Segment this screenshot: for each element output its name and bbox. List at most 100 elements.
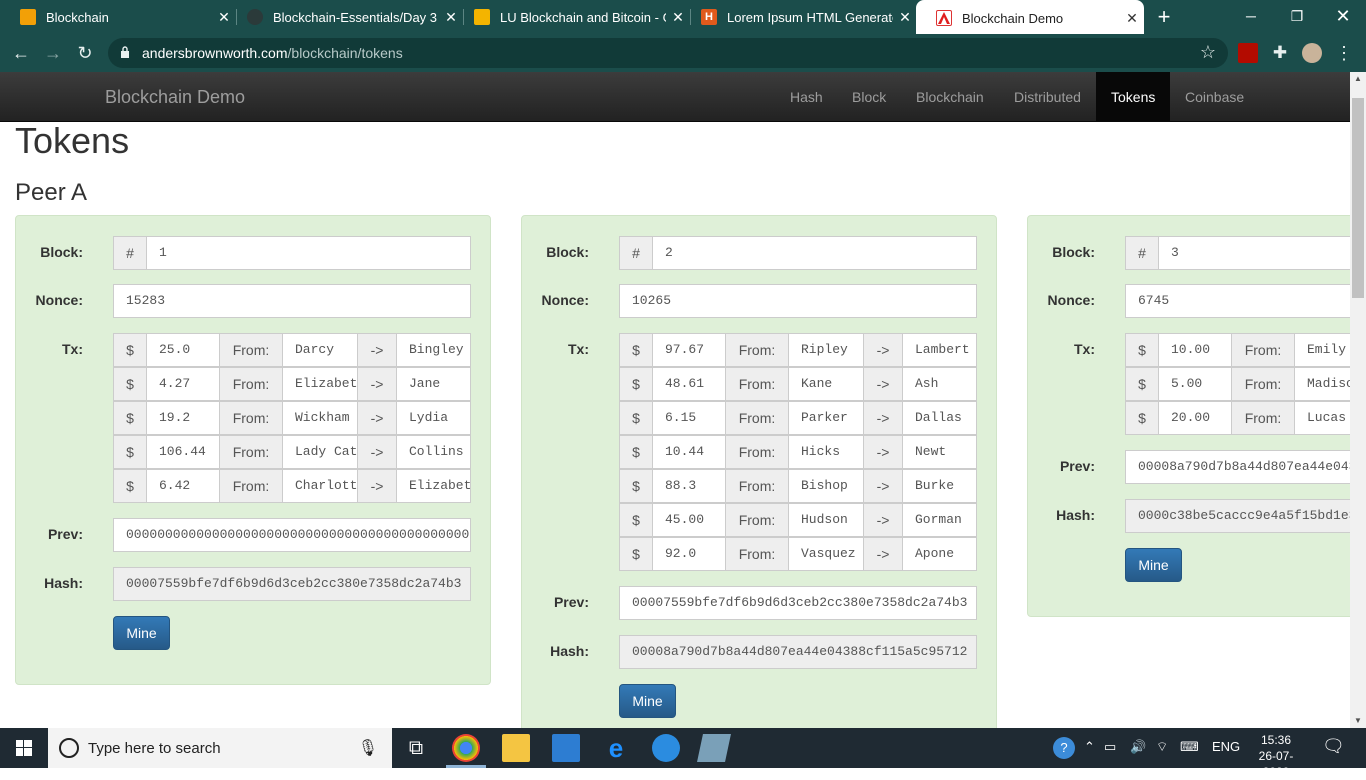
extensions-puzzle-icon[interactable]: ✚	[1270, 43, 1290, 63]
tx-to-input[interactable]: Newt	[902, 435, 977, 469]
nav-hash[interactable]: Hash	[775, 72, 838, 122]
bookmark-star-icon[interactable]: ☆	[1200, 42, 1216, 63]
site-brand[interactable]: Blockchain Demo	[105, 87, 245, 108]
block-number-input[interactable]: 3	[1158, 236, 1350, 270]
tx-to-input[interactable]: Lambert	[902, 333, 977, 367]
tx-amount-input[interactable]: 19.2	[146, 401, 220, 435]
prev-hash-input[interactable]: 0000000000000000000000000000000000000000…	[113, 518, 471, 552]
tx-to-input[interactable]: Bingley	[396, 333, 471, 367]
tx-from-input[interactable]: Kane	[788, 367, 864, 401]
nonce-input[interactable]: 6745	[1125, 284, 1350, 318]
restore-window-icon[interactable]: ❐	[1274, 0, 1320, 34]
tx-from-input[interactable]: Bishop	[788, 469, 864, 503]
scroll-down-icon[interactable]: ▼	[1350, 714, 1366, 728]
tx-amount-input[interactable]: 10.44	[652, 435, 726, 469]
close-tab-icon[interactable]: ✕	[1120, 10, 1144, 27]
start-button[interactable]	[0, 728, 48, 768]
tx-amount-input[interactable]: 10.00	[1158, 333, 1232, 367]
tx-to-input[interactable]: Burke	[902, 469, 977, 503]
nav-tokens[interactable]: Tokens	[1096, 72, 1171, 122]
block-number-input[interactable]: 2	[652, 236, 977, 270]
tx-from-input[interactable]: Hudson	[788, 503, 864, 537]
tab-slides[interactable]: LU Blockchain and Bitcoin - Go ✕	[454, 0, 690, 34]
page-scrollbar[interactable]: ▲ ▼	[1350, 72, 1366, 728]
prev-hash-input[interactable]: 00008a790d7b8a44d807ea44e043	[1125, 450, 1350, 484]
tx-amount-input[interactable]: 25.0	[146, 333, 220, 367]
profile-avatar[interactable]	[1302, 43, 1322, 63]
tx-from-input[interactable]: Darcy	[282, 333, 358, 367]
tx-amount-input[interactable]: 88.3	[652, 469, 726, 503]
keyboard-icon[interactable]: ⌨	[1180, 739, 1199, 755]
battery-icon[interactable]: ▭	[1104, 739, 1116, 755]
help-icon[interactable]: ?	[1053, 737, 1075, 759]
tx-to-input[interactable]: Apone	[902, 537, 977, 571]
tx-to-input[interactable]: Jane	[396, 367, 471, 401]
taskbar-clock[interactable]: 15:36 26-07-2020	[1246, 732, 1306, 780]
tx-amount-input[interactable]: 106.44	[146, 435, 220, 469]
mine-button[interactable]: Mine	[1125, 548, 1182, 582]
language-indicator[interactable]: ENG	[1212, 739, 1240, 754]
taskbar-search-box[interactable]: Type here to search 🎙	[48, 728, 392, 768]
address-bar[interactable]: andersbrownworth.com/blockchain/tokens ☆	[108, 38, 1228, 68]
mine-button[interactable]: Mine	[619, 684, 676, 718]
tx-to-input[interactable]: Ash	[902, 367, 977, 401]
notes-app-icon[interactable]	[697, 734, 731, 762]
forward-icon[interactable]: →	[40, 40, 66, 66]
reload-icon[interactable]: ↻	[72, 40, 98, 66]
tx-from-input[interactable]: Emily	[1294, 333, 1350, 367]
chevron-up-icon[interactable]: ⌃	[1084, 739, 1095, 755]
tx-from-input[interactable]: Parker	[788, 401, 864, 435]
file-explorer-icon[interactable]	[502, 734, 530, 762]
task-view-icon[interactable]: ⧉	[402, 734, 430, 762]
nav-distributed[interactable]: Distributed	[999, 72, 1096, 122]
wifi-icon[interactable]: ⌔	[1156, 739, 1168, 755]
scrollbar-thumb[interactable]	[1352, 98, 1364, 298]
scroll-up-icon[interactable]: ▲	[1350, 72, 1366, 86]
mine-button[interactable]: Mine	[113, 616, 170, 650]
tx-amount-input[interactable]: 97.67	[652, 333, 726, 367]
close-tab-icon[interactable]: ✕	[893, 9, 917, 26]
tx-from-input[interactable]: Madison	[1294, 367, 1350, 401]
control-panel-icon[interactable]	[552, 734, 580, 762]
volume-icon[interactable]: 🔊	[1130, 739, 1146, 755]
tx-to-input[interactable]: Elizabeth	[396, 469, 471, 503]
minimize-window-icon[interactable]: ─	[1228, 0, 1274, 34]
tx-amount-input[interactable]: 48.61	[652, 367, 726, 401]
close-window-icon[interactable]: ✕	[1320, 0, 1366, 34]
tx-from-input[interactable]: Vasquez	[788, 537, 864, 571]
acrobat-extension-icon[interactable]	[1238, 43, 1258, 63]
tx-amount-input[interactable]: 4.27	[146, 367, 220, 401]
tab-blockchain[interactable]: Blockchain ✕	[0, 0, 236, 34]
chrome-taskbar-icon[interactable]	[452, 734, 480, 762]
nonce-input[interactable]: 15283	[113, 284, 471, 318]
tx-from-input[interactable]: Elizabeth	[282, 367, 358, 401]
tx-from-input[interactable]: Lucas	[1294, 401, 1350, 435]
tab-github[interactable]: Blockchain-Essentials/Day 3 As ✕	[227, 0, 463, 34]
back-icon[interactable]: ←	[8, 40, 34, 66]
tx-from-input[interactable]: Hicks	[788, 435, 864, 469]
nav-coinbase[interactable]: Coinbase	[1170, 72, 1259, 122]
tx-to-input[interactable]: Dallas	[902, 401, 977, 435]
tx-amount-input[interactable]: 92.0	[652, 537, 726, 571]
prev-hash-input[interactable]: 00007559bfe7df6b9d6d3ceb2cc380e7358dc2a7…	[619, 586, 977, 620]
tx-amount-input[interactable]: 6.15	[652, 401, 726, 435]
tx-from-input[interactable]: Charlotte	[282, 469, 358, 503]
notifications-icon[interactable]: 🗨	[1322, 736, 1345, 757]
tab-lorem-ipsum[interactable]: H Lorem Ipsum HTML Generator ✕	[681, 0, 917, 34]
nav-block[interactable]: Block	[837, 72, 901, 122]
tx-from-input[interactable]: Ripley	[788, 333, 864, 367]
tab-blockchain-demo[interactable]: Blockchain Demo ✕	[916, 0, 1144, 36]
tx-amount-input[interactable]: 6.42	[146, 469, 220, 503]
new-tab-button[interactable]: +	[1152, 5, 1176, 29]
tx-amount-input[interactable]: 45.00	[652, 503, 726, 537]
tx-to-input[interactable]: Lydia	[396, 401, 471, 435]
nonce-input[interactable]: 10265	[619, 284, 977, 318]
block-number-input[interactable]: 1	[146, 236, 471, 270]
nav-blockchain[interactable]: Blockchain	[901, 72, 999, 122]
tx-to-input[interactable]: Gorman	[902, 503, 977, 537]
tx-from-input[interactable]: Lady Catherine	[282, 435, 358, 469]
tx-from-input[interactable]: Wickham	[282, 401, 358, 435]
microphone-icon[interactable]: 🎙	[358, 738, 378, 758]
browser-menu-icon[interactable]: ⋮	[1334, 43, 1354, 63]
edge-icon[interactable]: e	[602, 734, 630, 762]
